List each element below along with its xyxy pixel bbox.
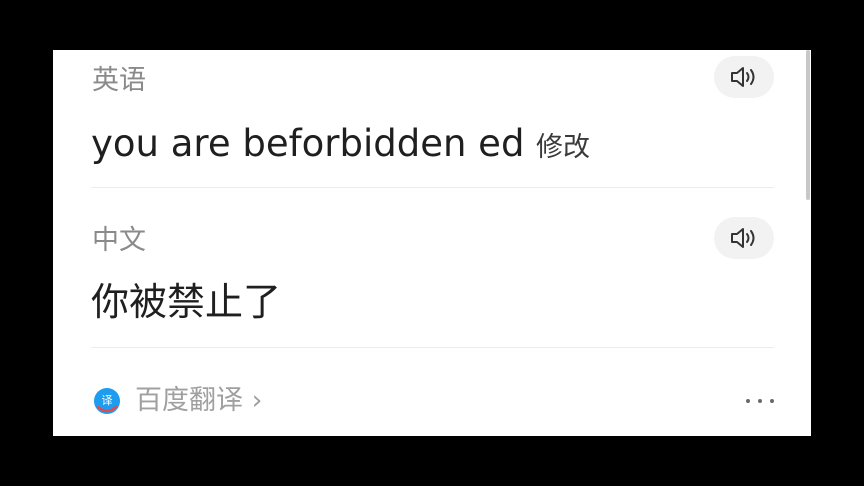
- scrollbar[interactable]: [805, 50, 811, 436]
- divider: [91, 187, 774, 188]
- baidu-translate-link[interactable]: 百度翻译 ›: [135, 387, 262, 414]
- more-dots-icon: [758, 399, 762, 403]
- baidu-translate-logo-icon[interactable]: 译: [93, 387, 121, 415]
- source-language-label: 英语: [92, 65, 146, 96]
- target-language-label: 中文: [92, 225, 146, 256]
- speaker-icon: [731, 67, 755, 87]
- more-dots-icon: [770, 399, 774, 403]
- divider: [91, 347, 774, 348]
- target-speaker-button[interactable]: [714, 217, 774, 259]
- edit-button[interactable]: 修改: [536, 134, 590, 161]
- target-text: 你被禁止了: [91, 280, 282, 324]
- more-button[interactable]: [746, 390, 774, 412]
- translation-card: 英语 you are beforbidden ed 修改 中文 你被禁止了 译 …: [53, 50, 811, 436]
- source-text: you are beforbidden ed: [91, 122, 525, 165]
- more-dots-icon: [746, 399, 750, 403]
- svg-text:译: 译: [102, 394, 113, 407]
- scrollbar-thumb[interactable]: [806, 50, 810, 200]
- source-speaker-button[interactable]: [714, 56, 774, 98]
- speaker-icon: [731, 228, 755, 248]
